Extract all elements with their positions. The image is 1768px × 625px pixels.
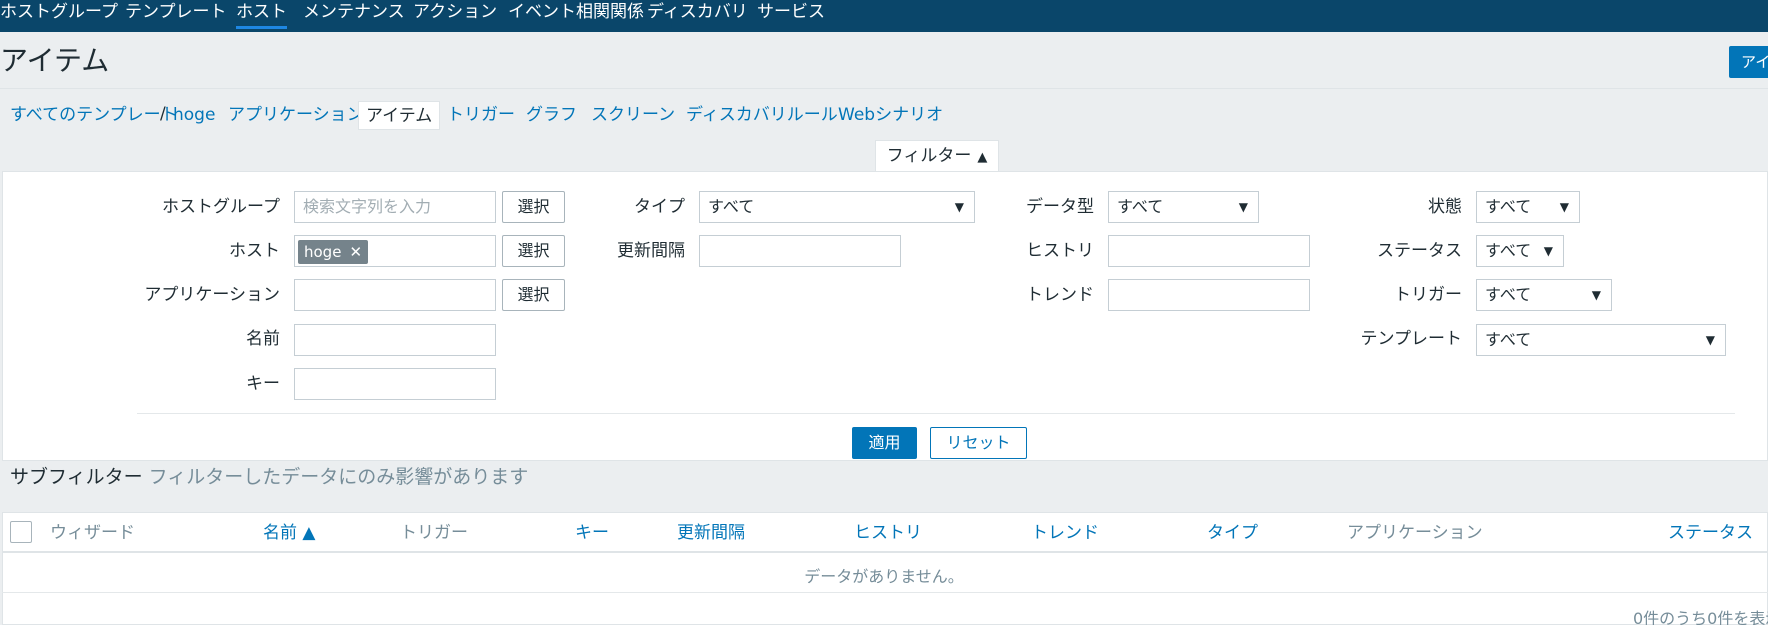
state-select[interactable]: すべて ▼	[1476, 191, 1580, 223]
host-group-select-button[interactable]: 選択	[502, 191, 565, 223]
tab-items[interactable]: アイテム	[358, 101, 441, 130]
filter-tab-label: フィルター	[886, 146, 972, 166]
key-input[interactable]	[294, 368, 496, 400]
data-type-select-value: すべて	[1117, 197, 1164, 216]
dropdown-caret-icon: ▼	[1238, 200, 1248, 214]
column-header-key[interactable]: キー	[575, 522, 609, 544]
dropdown-caret-icon: ▼	[954, 200, 964, 214]
template-label: テンプレート	[1360, 329, 1463, 349]
application-input[interactable]	[294, 279, 496, 311]
column-header-wizard: ウィザード	[50, 523, 135, 543]
nav-item-host-groups[interactable]: ホストグループ	[0, 2, 118, 22]
status-label: ステータス	[1377, 241, 1462, 261]
update-interval-input[interactable]	[699, 235, 901, 267]
dropdown-caret-icon: ▼	[1591, 288, 1601, 302]
create-item-button[interactable]: アイ	[1729, 46, 1768, 78]
trend-label: トレンド	[1026, 285, 1094, 305]
nav-item-templates[interactable]: テンプレート	[125, 2, 227, 22]
nav-item-actions[interactable]: アクション	[413, 2, 497, 22]
column-header-name[interactable]: 名前 ▲	[263, 522, 315, 544]
reset-button[interactable]: リセット	[930, 427, 1027, 459]
trigger-label: トリガー	[1394, 285, 1462, 305]
apply-button[interactable]: 適用	[852, 427, 917, 459]
breadcrumb-all-templates[interactable]: すべてのテンプレート	[10, 104, 178, 126]
subfilter-hint: フィルターしたデータにのみ影響があります	[148, 466, 529, 488]
type-select-value: すべて	[708, 197, 755, 216]
application-label: アプリケーション	[144, 285, 280, 305]
data-type-select[interactable]: すべて ▼	[1108, 191, 1259, 223]
trigger-select-value: すべて	[1485, 285, 1532, 304]
status-select[interactable]: すべて ▼	[1476, 235, 1564, 267]
state-select-value: すべて	[1485, 197, 1532, 216]
column-header-status[interactable]: ステータス	[1668, 522, 1753, 544]
divider	[2, 551, 1768, 553]
divider	[2, 592, 1768, 593]
update-interval-label: 更新間隔	[617, 241, 685, 261]
trend-input[interactable]	[1108, 279, 1310, 311]
nav-item-discovery[interactable]: ディスカバリ	[647, 2, 748, 22]
select-all-checkbox[interactable]	[10, 521, 32, 543]
column-header-history[interactable]: ヒストリ	[854, 522, 922, 544]
status-select-value: すべて	[1485, 241, 1532, 260]
remove-tag-icon[interactable]: ✕	[349, 243, 362, 261]
host-tag: hoge ✕	[298, 240, 369, 264]
tab-applications[interactable]: アプリケーション	[228, 104, 364, 126]
tab-triggers[interactable]: トリガー	[447, 104, 515, 126]
template-select-value: すべて	[1485, 330, 1532, 349]
page-title: アイテム	[0, 44, 110, 77]
type-label: タイプ	[634, 197, 685, 217]
trigger-select[interactable]: すべて ▼	[1476, 279, 1612, 311]
name-input[interactable]	[294, 324, 496, 356]
column-header-applications: アプリケーション	[1347, 523, 1483, 543]
nav-item-hosts[interactable]: ホスト	[236, 2, 287, 29]
tab-discovery-rules[interactable]: ディスカバリルール	[686, 104, 838, 126]
table-summary: 0件のうち0件を表示	[1633, 609, 1768, 625]
dropdown-caret-icon: ▼	[1543, 244, 1553, 258]
state-label: 状態	[1428, 197, 1462, 217]
breadcrumb-separator: /	[160, 104, 166, 124]
no-data-message: データがありません。	[804, 567, 964, 586]
column-header-interval[interactable]: 更新間隔	[677, 522, 745, 544]
host-select-button[interactable]: 選択	[502, 235, 565, 267]
type-select[interactable]: すべて ▼	[699, 191, 975, 223]
column-header-trends[interactable]: トレンド	[1031, 522, 1099, 544]
breadcrumb-host[interactable]: hoge	[173, 104, 215, 126]
nav-item-event-correlation[interactable]: イベント相関関係	[508, 2, 644, 22]
name-label: 名前	[246, 329, 280, 349]
nav-item-maintenance[interactable]: メンテナンス	[303, 2, 405, 22]
dropdown-caret-icon: ▼	[1559, 200, 1569, 214]
tab-web-scenarios[interactable]: Webシナリオ	[838, 104, 943, 126]
top-navigation: ホストグループ テンプレート ホスト メンテナンス アクション イベント相関関係…	[0, 0, 1768, 32]
divider	[0, 88, 1768, 89]
collapse-arrow-icon: ▲	[977, 150, 988, 165]
data-type-label: データ型	[1026, 197, 1094, 217]
nav-item-services[interactable]: サービス	[757, 2, 825, 22]
divider	[137, 413, 1735, 414]
application-select-button[interactable]: 選択	[502, 279, 565, 311]
template-select[interactable]: すべて ▼	[1476, 324, 1726, 356]
column-header-triggers: トリガー	[400, 523, 468, 543]
column-header-type[interactable]: タイプ	[1207, 522, 1258, 544]
key-label: キー	[246, 374, 280, 394]
tab-graphs[interactable]: グラフ	[526, 104, 577, 126]
subfilter-title: サブフィルター	[10, 466, 143, 488]
history-input[interactable]	[1108, 235, 1310, 267]
tab-screens[interactable]: スクリーン	[591, 104, 675, 126]
dropdown-caret-icon: ▼	[1705, 333, 1715, 347]
host-group-label: ホストグループ	[162, 197, 280, 217]
history-label: ヒストリ	[1026, 241, 1094, 261]
filter-toggle-tab[interactable]: フィルター ▲	[875, 140, 999, 172]
subfilter-section: サブフィルター フィルターしたデータにのみ影響があります	[10, 465, 528, 489]
host-tag-label: hoge	[304, 243, 342, 261]
host-group-input[interactable]: 検索文字列を入力	[294, 191, 496, 223]
host-label: ホスト	[229, 241, 280, 261]
